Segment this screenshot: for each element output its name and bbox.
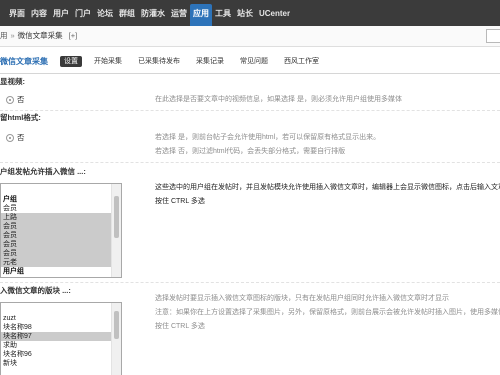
nav-tab-portal[interactable]: 门户 — [72, 4, 94, 26]
setting-label-video: 显视频: — [0, 77, 25, 86]
tab-xifeng-studio[interactable]: 西风工作室 — [280, 56, 323, 67]
nav-tab-users[interactable]: 用户 — [50, 4, 72, 26]
scrollbar-thumb[interactable] — [114, 311, 119, 339]
listbox-options: zuzt 块名称98 块名称97 求助 块名称96 新块 — [1, 314, 111, 368]
nav-tab-operations[interactable]: 运营 — [168, 4, 190, 26]
listbox-options: 户组 会员 上路 会员 会员 会员 会员 元老 用户组 — [1, 195, 111, 276]
description-line: 这些选中的用户组在发帖时，并且发帖模块允许使用插入微信文章时，编辑器上会显示微信… — [155, 184, 500, 191]
forum-multiselect[interactable]: zuzt 块名称98 块名称97 求助 块名称96 新块 — [0, 302, 122, 375]
breadcrumb-current: 微信文章采集 — [17, 31, 63, 40]
listbox-option[interactable]: 上路 — [1, 213, 111, 222]
top-nav-bar: 界面 内容 用户 门户 论坛 群组 防灌水 运营 应用 工具 站长 UCente… — [0, 0, 500, 26]
nav-tab-apps[interactable]: 应用 — [190, 4, 212, 26]
scrollbar[interactable] — [111, 303, 121, 375]
setting-label-keep-html: 留html格式: — [0, 113, 41, 122]
row-divider — [0, 282, 500, 283]
radio-label: 否 — [17, 133, 25, 142]
nav-tab-anti-spam[interactable]: 防灌水 — [138, 4, 168, 26]
plugin-tabs: 设置 开始采集 已采集待发布 采集记录 常见问题 西风工作室 — [60, 56, 323, 67]
nav-tab-ucenter[interactable]: UCenter — [256, 4, 293, 26]
usergroup-multiselect[interactable]: 户组 会员 上路 会员 会员 会员 会员 元老 用户组 — [0, 183, 122, 278]
breadcrumb-parent-link[interactable]: 用 — [0, 31, 8, 40]
setting-description-video: 在此选择是否要文章中的视频信息，如果选择 是，则必须允许用户组使用多媒体 — [155, 93, 500, 107]
listbox-option[interactable]: 会员 — [1, 222, 111, 231]
radio-button[interactable] — [6, 96, 14, 104]
tab-collect-log[interactable]: 采集记录 — [192, 56, 228, 67]
tab-faq[interactable]: 常见问题 — [236, 56, 272, 67]
listbox-option[interactable]: zuzt — [1, 314, 111, 323]
setting-description-keep-html: 若选择 是，则前台帖子会允许使用html，若可以保留原有格式显示出来。 若选择 … — [155, 131, 500, 159]
setting-label-usergroups: 户组发帖允许插入微信 ...: — [0, 167, 86, 176]
breadcrumb-bar: 用» 微信文章采集 [+] — [0, 26, 500, 47]
row-divider — [0, 162, 500, 163]
breadcrumb: 用» 微信文章采集 [+] — [0, 31, 77, 41]
listbox-group-label: 户组 — [3, 196, 17, 203]
description-line: 按住 CTRL 多选 — [155, 323, 205, 330]
video-radio-option-no[interactable]: 否 — [6, 95, 25, 105]
description-line: 在此选择是否要文章中的视频信息，如果选择 是，则必须允许用户组使用多媒体 — [155, 96, 402, 103]
header-divider — [0, 73, 500, 74]
listbox-option[interactable]: 会员 — [1, 204, 111, 213]
nav-tab-groups[interactable]: 群组 — [116, 4, 138, 26]
setting-description-forums: 选择发帖时要显示插入微信文章图标的版块，只有在发帖用户组同时允许插入微信文章时才… — [155, 292, 500, 334]
add-shortcut-link[interactable]: [+] — [69, 31, 78, 40]
description-line: 若选择 是，则前台帖子会允许使用html，若可以保留原有格式显示出来。 — [155, 134, 381, 141]
listbox-option[interactable]: 块名称96 — [1, 350, 111, 359]
description-line: 选择发帖时要显示插入微信文章图标的版块，只有在发帖用户组同时允许插入微信文章时才… — [155, 295, 449, 302]
scrollbar[interactable] — [111, 184, 121, 277]
listbox-option[interactable]: 块名称98 — [1, 323, 111, 332]
radio-label: 否 — [17, 95, 25, 104]
row-divider — [0, 110, 500, 111]
description-line: 按住 CTRL 多选 — [155, 198, 205, 205]
main-menu: 界面 内容 用户 门户 论坛 群组 防灌水 运营 应用 工具 站长 UCente… — [6, 4, 293, 26]
listbox-option[interactable]: 会员 — [1, 231, 111, 240]
nav-tab-interface[interactable]: 界面 — [6, 4, 28, 26]
setting-description-usergroups: 这些选中的用户组在发帖时，并且发帖模块允许使用插入微信文章时，编辑器上会显示微信… — [155, 181, 500, 209]
listbox-option[interactable]: 元老 — [1, 258, 111, 267]
nav-tab-forum[interactable]: 论坛 — [94, 4, 116, 26]
setting-label-forums: 入微信文章的版块 ...: — [0, 286, 71, 295]
plugin-title: 微信文章采集 — [0, 57, 48, 66]
scrollbar-thumb[interactable] — [114, 196, 119, 238]
html-radio-option-no[interactable]: 否 — [6, 133, 25, 143]
listbox-option[interactable]: 会员 — [1, 249, 111, 258]
nav-tab-tools[interactable]: 工具 — [212, 4, 234, 26]
listbox-option[interactable]: 求助 — [1, 341, 111, 350]
nav-tab-site-admin[interactable]: 站长 — [234, 4, 256, 26]
tab-pending-publish[interactable]: 已采集待发布 — [134, 56, 184, 67]
description-line: 若选择 否，则过滤html代码，会丢失部分格式，需要自行排版 — [155, 148, 346, 155]
listbox-option[interactable]: 会员 — [1, 240, 111, 249]
listbox-option[interactable]: 块名称97 — [1, 332, 111, 341]
nav-tab-content[interactable]: 内容 — [28, 4, 50, 26]
listbox-option[interactable]: 新块 — [1, 359, 111, 368]
tab-start-collect[interactable]: 开始采集 — [90, 56, 126, 67]
tab-settings[interactable]: 设置 — [60, 56, 82, 67]
radio-button[interactable] — [6, 134, 14, 142]
description-line: 注意：如果你在上方设置选择了采集图片，另外，保留原格式，则前台展示会被允许发帖时… — [155, 309, 500, 316]
listbox-group-label: 用户组 — [3, 268, 24, 275]
breadcrumb-separator: » — [10, 31, 15, 40]
search-input[interactable] — [486, 29, 500, 43]
